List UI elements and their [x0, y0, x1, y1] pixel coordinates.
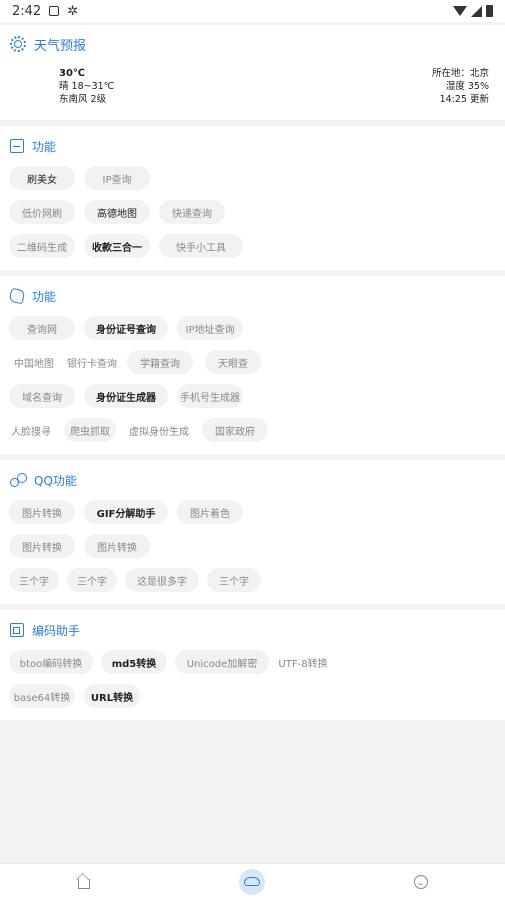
puzzle-icon — [8, 287, 26, 305]
chip-button[interactable]: 查询网 — [9, 316, 75, 340]
chip-button[interactable]: IP查询 — [84, 166, 150, 190]
chip-button[interactable]: 域名查询 — [9, 384, 75, 408]
section-title: 功能 — [32, 139, 57, 154]
weather-location: 所在地：北京 — [431, 68, 489, 79]
weather-humidity: 湿度 35% — [445, 81, 489, 92]
chip-button[interactable]: 身份证号查询 — [84, 316, 168, 340]
nav-profile[interactable] — [391, 864, 451, 899]
chip-button[interactable]: IP地址查询 — [177, 316, 243, 340]
chip-row: 域名查询 身份证生成器 手机号生成器 — [9, 384, 496, 408]
chip-button[interactable]: 人脸搜寻 — [5, 418, 57, 442]
image-icon — [10, 139, 24, 153]
nav-home[interactable] — [54, 864, 114, 899]
weather-title: 天气预报 — [34, 38, 87, 54]
battery-icon — [486, 5, 493, 17]
weather-condition: 晴 18~31℃ — [59, 81, 115, 92]
notification-icon — [49, 6, 60, 16]
bug-icon: ✲ — [67, 3, 79, 19]
section-qq-functions: QQ功能 图片转换 GIF分解助手 图片着色 图片转换 图片转换 三个字 三个字… — [0, 460, 505, 604]
chip-button[interactable]: 银行卡查询 — [63, 350, 121, 374]
chip-button[interactable]: UTF-8转换 — [277, 650, 329, 674]
chip-button[interactable]: 这是很多字 — [125, 568, 199, 592]
chip-button[interactable]: 高德地图 — [84, 200, 150, 224]
chip-button[interactable]: URL转换 — [84, 684, 140, 708]
section-title: 功能 — [32, 289, 57, 304]
section-title: 编码助手 — [32, 623, 81, 638]
chip-button[interactable]: Unicode加解密 — [175, 650, 269, 674]
qq-icon — [10, 473, 27, 487]
wifi-icon — [453, 6, 467, 16]
chip-row: 低价网刷 高德地图 快递查询 — [9, 200, 496, 224]
chip-button[interactable]: 收款三合一 — [84, 234, 150, 258]
chip-button[interactable]: base64转换 — [9, 684, 75, 708]
chip-button[interactable]: 图片转换 — [9, 500, 75, 524]
chip-row: 三个字 三个字 这是很多字 三个字 — [9, 568, 496, 592]
chip-button[interactable]: 刷美女 — [9, 166, 75, 190]
chip-row: 图片转换 图片转换 — [9, 534, 496, 558]
chip-row: base64转换 URL转换 — [9, 684, 496, 708]
chip-group: 查询网 身份证号查询 IP地址查询 中国地图 银行卡查询 学籍查询 天眼查 域名… — [0, 316, 505, 442]
weather-left: 30℃ 晴 18~31℃ 东南风 2级 — [59, 67, 114, 106]
code-icon — [10, 623, 24, 637]
chip-button[interactable]: GIF分解助手 — [84, 500, 168, 524]
chip-button[interactable]: 图片转换 — [84, 534, 150, 558]
chip-button[interactable]: 学籍查询 — [127, 350, 193, 374]
chip-button[interactable]: 图片着色 — [177, 500, 243, 524]
weather-updated: 14:25 更新 — [439, 94, 489, 105]
section-functions-1: 功能 刷美女 IP查询 低价网刷 高德地图 快递查询 二维码生成 收款三合一 快… — [0, 126, 505, 270]
chip-button[interactable]: 低价网刷 — [9, 200, 75, 224]
chip-row: 图片转换 GIF分解助手 图片着色 — [9, 500, 496, 524]
chip-row: 刷美女 IP查询 — [9, 166, 496, 190]
weather-card[interactable]: 天气预报 30℃ 晴 18~31℃ 东南风 2级 所在地：北京 湿度 35% 1… — [0, 25, 505, 120]
chip-button[interactable]: 国家政府 — [202, 418, 268, 442]
chip-button[interactable]: 手机号生成器 — [177, 384, 243, 408]
section-functions-2: 功能 查询网 身份证号查询 IP地址查询 中国地图 银行卡查询 学籍查询 天眼查… — [0, 276, 505, 454]
section-title: QQ功能 — [34, 473, 77, 488]
status-left: 2:42 ✲ — [12, 4, 78, 19]
chip-button[interactable]: 二维码生成 — [9, 234, 75, 258]
section-header: 编码助手 — [0, 610, 505, 650]
status-right — [453, 5, 493, 17]
home-icon — [78, 878, 91, 889]
cloud-icon — [244, 877, 261, 886]
chip-button[interactable]: 图片转换 — [9, 534, 75, 558]
chip-row: 中国地图 银行卡查询 学籍查询 天眼查 — [9, 350, 496, 374]
chip-button[interactable]: 三个字 — [207, 568, 261, 592]
chip-button[interactable]: 三个字 — [67, 568, 117, 592]
chip-button[interactable]: md5转换 — [101, 650, 167, 674]
chip-row: 人脸搜寻 爬虫抓取 虚拟身份生成 国家政府 — [9, 418, 496, 442]
chip-group: 刷美女 IP查询 低价网刷 高德地图 快递查询 二维码生成 收款三合一 快手小工… — [0, 166, 505, 258]
weather-right: 所在地：北京 湿度 35% 14:25 更新 — [432, 67, 489, 106]
chip-button[interactable]: 快递查询 — [159, 200, 225, 224]
nav-cloud-highlight — [239, 868, 266, 895]
nav-cloud[interactable] — [222, 864, 282, 899]
sun-icon — [10, 36, 26, 52]
chip-button[interactable]: 中国地图 — [5, 350, 63, 374]
chip-group: btoo编码转换 md5转换 Unicode加解密 UTF-8转换 base64… — [0, 650, 505, 708]
chip-button[interactable]: 虚拟身份生成 — [123, 418, 195, 442]
chip-row: btoo编码转换 md5转换 Unicode加解密 UTF-8转换 — [9, 650, 496, 674]
smile-icon — [413, 874, 428, 889]
weather-temperature: 30℃ — [59, 68, 86, 79]
weather-wind: 东南风 2级 — [59, 94, 107, 105]
chip-button[interactable]: 身份证生成器 — [84, 384, 168, 408]
weather-header: 天气预报 — [0, 25, 505, 63]
chip-button[interactable]: 爬虫抓取 — [64, 418, 116, 442]
bottom-nav — [0, 863, 505, 899]
chip-button[interactable]: 三个字 — [9, 568, 59, 592]
chip-button[interactable]: 天眼查 — [205, 350, 261, 374]
section-header: QQ功能 — [0, 460, 505, 500]
chip-group: 图片转换 GIF分解助手 图片着色 图片转换 图片转换 三个字 三个字 这是很多… — [0, 500, 505, 592]
status-bar: 2:42 ✲ — [0, 0, 505, 22]
chip-row: 二维码生成 收款三合一 快手小工具 — [9, 234, 496, 258]
section-header: 功能 — [0, 276, 505, 316]
section-header: 功能 — [0, 126, 505, 166]
chip-row: 查询网 身份证号查询 IP地址查询 — [9, 316, 496, 340]
status-time: 2:42 — [12, 3, 42, 19]
chip-button[interactable]: btoo编码转换 — [9, 650, 93, 674]
chip-button[interactable]: 快手小工具 — [159, 234, 243, 258]
signal-icon — [471, 5, 482, 17]
section-encoding: 编码助手 btoo编码转换 md5转换 Unicode加解密 UTF-8转换 b… — [0, 610, 505, 720]
